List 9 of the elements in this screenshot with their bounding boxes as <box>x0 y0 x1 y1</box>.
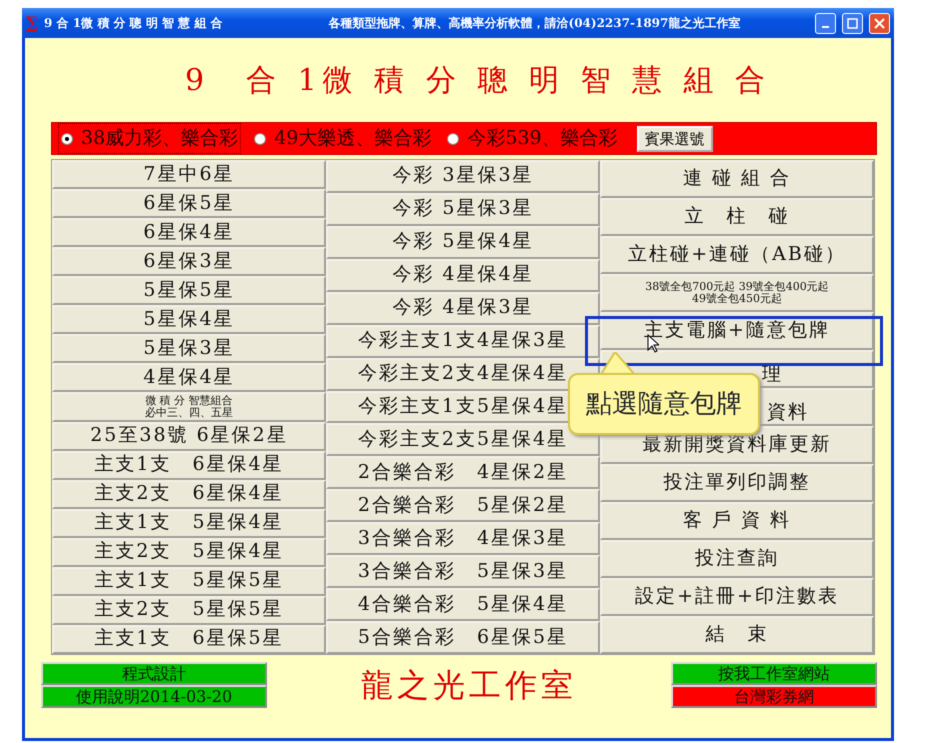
app-heading: 9 合 1微 積 分 聰 明 智 慧 組 合 <box>185 62 771 100</box>
window-title: 9 合 1微 積 分 聰 明 智 慧 組 合 <box>44 15 223 32</box>
app-icon: ∑ <box>26 11 38 35</box>
studio-name: 龍之光工作室 <box>361 666 577 704</box>
button-caption-line: 38號全包700元起 39號全包400元起 <box>644 281 830 293</box>
window-subtitle: 各種類型拖牌、算牌、高機率分析軟體，請洽(04)2237-1897龍之光工作室 <box>328 15 742 32</box>
button-caption-line: 必中三、四、五星 <box>144 406 234 419</box>
button-caption-line: 49號全包450元起 <box>691 293 783 305</box>
button-caption-line: 微 積 分 智慧組合 <box>144 395 234 407</box>
